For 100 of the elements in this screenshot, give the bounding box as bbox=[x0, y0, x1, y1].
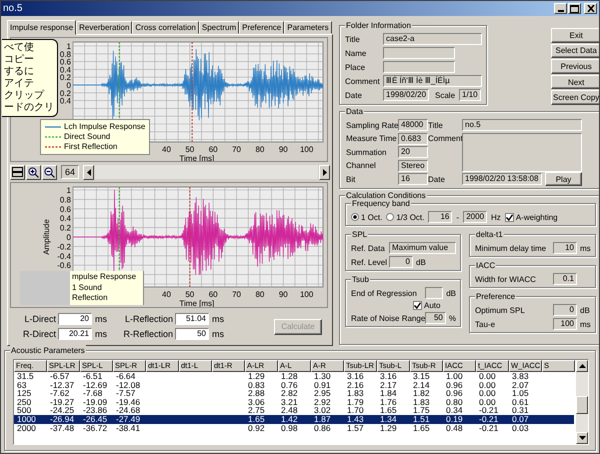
input-field[interactable]: 48000 bbox=[398, 119, 428, 131]
table-cell: 2.14 bbox=[413, 380, 430, 390]
table-cell: 1.83 bbox=[347, 388, 364, 398]
radio-option[interactable]: 1 Oct. bbox=[351, 212, 382, 222]
table-cell: -7.68 bbox=[83, 388, 102, 398]
axis-tick-label: -0.4 bbox=[57, 252, 71, 261]
input-field[interactable]: 100 bbox=[553, 318, 577, 330]
zoom-field[interactable]: 64 bbox=[61, 165, 79, 179]
table-cell: 2.82 bbox=[281, 388, 298, 398]
vertical-scrollbar[interactable] bbox=[576, 360, 588, 444]
action-button[interactable]: Next bbox=[550, 74, 599, 90]
axis-tick-label: 80 bbox=[255, 145, 264, 154]
table-row[interactable]: 125 -7.62 -7.68 -7.57 2.88 2.82 2.95 1.83 1.84 1.82 0.96 0.00 1.05 bbox=[14, 389, 574, 398]
table-cell: 1.76 bbox=[380, 396, 397, 407]
input-field[interactable]: 50 bbox=[425, 312, 446, 324]
table-cell: 0.48 bbox=[446, 422, 463, 433]
zoom-in-icon[interactable] bbox=[26, 164, 41, 180]
input-field[interactable]: case2-a bbox=[383, 33, 482, 45]
table-cell: 0.96 bbox=[446, 388, 463, 398]
table-cell: 1.83 bbox=[413, 396, 430, 407]
axis-tick-label: 80 bbox=[255, 290, 264, 299]
table-cell: 1.87 bbox=[314, 414, 331, 424]
checkbox-option[interactable]: A-weighting bbox=[504, 212, 558, 222]
axis-tick-label: 0.6 bbox=[60, 58, 71, 67]
input-field[interactable]: ⅢÉ Íñ'Ⅲ Íè Ⅲ_ÍÉÌµ bbox=[383, 75, 482, 87]
table-cell: -26.94 bbox=[50, 414, 74, 424]
axis-tick-label: 60 bbox=[208, 145, 218, 154]
input-field[interactable]: 20 bbox=[58, 313, 92, 325]
tab[interactable]: Cross correlation bbox=[132, 21, 199, 34]
table-cell: 3.83 bbox=[512, 371, 529, 381]
table-cell: -37.48 bbox=[50, 422, 74, 433]
radio-icon[interactable] bbox=[386, 213, 394, 221]
checkbox-icon[interactable] bbox=[413, 301, 422, 310]
input-field[interactable]: 16 bbox=[398, 173, 428, 185]
table-cell: -6.51 bbox=[83, 371, 102, 381]
tab[interactable]: Parameters bbox=[284, 21, 332, 34]
input-field[interactable]: 10 bbox=[553, 242, 577, 254]
tab[interactable]: Reverberation bbox=[76, 21, 132, 34]
tooltip-text: ードのクリ bbox=[4, 102, 55, 114]
scroll-left-icon[interactable] bbox=[83, 164, 94, 180]
input-field[interactable]: 1998/02/20 bbox=[383, 89, 429, 101]
table-row[interactable]: 31.5 -6.57 -6.51 -6.64 1.29 1.28 1.30 3.16 3.16 3.15 1.00 0.00 3.83 bbox=[14, 372, 574, 381]
action-button[interactable]: Exit bbox=[550, 28, 599, 43]
checkbox-icon[interactable] bbox=[504, 212, 514, 222]
input-field[interactable]: 51.04 bbox=[175, 313, 209, 325]
direct-line-icon bbox=[45, 134, 61, 140]
field-label: L-Direct bbox=[23, 314, 56, 324]
tab[interactable]: Impulse response bbox=[7, 20, 76, 35]
input-field[interactable]: Stereo bbox=[398, 160, 428, 172]
scroll-up-icon[interactable] bbox=[576, 360, 588, 372]
action-button[interactable]: Previous bbox=[550, 59, 599, 74]
table-row[interactable]: 500 -24.25 -23.86 -24.68 2.75 2.48 3.02 1.70 1.65 1.75 0.34 -0.21 0.31 bbox=[14, 406, 574, 415]
legend-label: Reflection bbox=[72, 293, 108, 304]
scroll-down-icon[interactable] bbox=[576, 432, 588, 444]
minimize-button[interactable] bbox=[554, 3, 567, 14]
table-row[interactable]: 1000 -26.94 -26.45 -27.49 1.65 1.42 1.87 1.43 1.34 1.51 0.19 -0.21 0.07 bbox=[14, 414, 574, 424]
action-button[interactable]: Screen Copy bbox=[550, 90, 599, 105]
tab[interactable]: Preference bbox=[239, 21, 284, 34]
scroll-thumb[interactable] bbox=[576, 396, 588, 414]
input-field[interactable]: 0 bbox=[389, 256, 413, 268]
input-field[interactable] bbox=[425, 287, 444, 299]
input-field[interactable] bbox=[383, 61, 455, 73]
table-cell: 2.17 bbox=[380, 380, 397, 390]
fit-icon[interactable] bbox=[10, 164, 25, 180]
input-field[interactable]: 50 bbox=[175, 328, 209, 340]
input-field[interactable]: 1/10 bbox=[459, 89, 482, 101]
field-label: Date bbox=[345, 90, 363, 100]
field-label: L-Reflection bbox=[124, 314, 173, 324]
action-button[interactable]: Select Data bbox=[550, 44, 599, 58]
table-cell: 1.34 bbox=[380, 414, 397, 424]
comment-box[interactable] bbox=[462, 132, 582, 172]
close-button[interactable] bbox=[584, 3, 597, 14]
axis-tick-label: 60 bbox=[208, 290, 218, 299]
table-cell: -0.21 bbox=[479, 405, 498, 416]
input-field[interactable]: 2000 bbox=[463, 211, 488, 223]
checkbox-option[interactable]: Auto bbox=[413, 301, 440, 310]
input-field[interactable]: no.5 bbox=[462, 119, 582, 131]
input-field[interactable]: 0.1 bbox=[553, 273, 577, 285]
table-row[interactable]: 63 -12.37 -12.69 -12.08 0.83 0.76 0.91 2.16 2.17 2.14 0.96 0.00 2.07 bbox=[14, 380, 574, 390]
input-field[interactable]: Maximum value bbox=[389, 242, 456, 254]
table-cell: 250 bbox=[17, 396, 32, 407]
radio-option[interactable]: 1/3 Oct. bbox=[386, 212, 424, 222]
zoom-out-icon[interactable] bbox=[42, 164, 57, 180]
input-field[interactable]: 0.683 bbox=[398, 132, 428, 144]
input-field[interactable]: 0 bbox=[553, 304, 577, 316]
tab[interactable]: Spectrum bbox=[198, 21, 240, 34]
axis-tick-label: 40 bbox=[162, 145, 171, 154]
scroll-right-icon[interactable] bbox=[319, 164, 330, 180]
input-field[interactable]: 20 bbox=[398, 146, 428, 158]
table-row[interactable]: 2000 -37.48 -36.72 -38.41 0.92 0.98 0.86 1.57 1.29 1.65 0.48 -0.21 0.03 bbox=[14, 424, 574, 432]
input-field[interactable]: 20.21 bbox=[58, 328, 92, 340]
table-row[interactable]: 250 -19.27 -19.09 -19.46 3.06 3.21 2.92 1.79 1.76 1.83 0.80 0.00 0.61 bbox=[14, 398, 574, 406]
maximize-button[interactable] bbox=[568, 3, 581, 14]
input-field[interactable]: 1998/02/20 13:58:08 bbox=[462, 173, 542, 185]
group-title: Tsub bbox=[351, 274, 370, 285]
tooltip-text: クリップ bbox=[4, 90, 46, 102]
play-button[interactable]: Play bbox=[545, 172, 582, 186]
radio-icon[interactable] bbox=[351, 213, 359, 221]
input-field[interactable] bbox=[383, 47, 455, 59]
input-field[interactable]: 16 bbox=[428, 211, 452, 223]
